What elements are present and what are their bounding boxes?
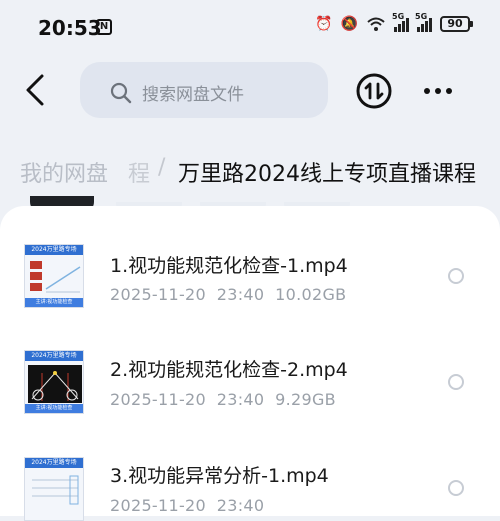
thumbnail-title: 2024万里路专场: [25, 245, 83, 255]
dot-icon: [435, 88, 441, 94]
file-meta: 2025-11-20 23:40 10.02GB: [110, 285, 346, 304]
alarm-icon: ⏰: [315, 16, 333, 32]
search-icon: [110, 82, 132, 104]
mute-icon: 🔕: [340, 16, 358, 32]
thumbnail-title: 2024万里路专场: [25, 351, 83, 361]
back-button[interactable]: [22, 72, 52, 108]
thumbnail-footer: 主讲:视功能检查: [25, 404, 83, 413]
sort-arrows-icon: [356, 73, 392, 109]
nfc-icon: N: [96, 19, 112, 35]
battery-icon: 90: [440, 16, 473, 32]
select-radio[interactable]: [448, 374, 464, 390]
file-row[interactable]: 2024万里路专场 3.视功能异常分析-1.mp4 2025-11-20 23:…: [0, 424, 500, 521]
video-thumbnail: 2024万里路专场 主讲:视功能检查: [24, 350, 84, 414]
file-time: 23:40: [216, 496, 265, 515]
file-row[interactable]: 2024万里路专场 主讲:视功能检查 1.视功能规范化检查-1.mp4 2025…: [0, 214, 500, 310]
breadcrumb-item-partial[interactable]: 程: [128, 156, 150, 188]
dot-icon: [446, 88, 452, 94]
cellular-signal-icon-2: 5G: [415, 12, 432, 32]
file-meta: 2025-11-20 23:40 9.29GB: [110, 390, 336, 409]
breadcrumb-item-current: 万里路2024线上专项直播课程: [178, 162, 476, 187]
file-time: 23:40: [216, 390, 265, 409]
cellular-signal-icon: 5G: [392, 12, 409, 32]
sort-button[interactable]: [356, 73, 392, 109]
file-name: 2.视功能规范化检查-2.mp4: [110, 359, 348, 381]
dot-icon: [424, 88, 430, 94]
file-meta: 2025-11-20 23:40: [110, 496, 264, 515]
file-row[interactable]: 2024万里路专场 主讲:视功能检查 2.视功能规范化检查-2.mp4 2025…: [0, 318, 500, 414]
thumbnail-image: [28, 365, 82, 403]
thumbnail-title: 2024万里路专场: [25, 458, 83, 468]
thumbnail-image: [32, 475, 79, 505]
breadcrumb-item-root[interactable]: 我的网盘: [20, 156, 108, 188]
breadcrumb: 程 我的网盘 / 万里路2024线上专项直播课程: [0, 150, 500, 190]
video-thumbnail: 2024万里路专场 主讲:视功能检查: [24, 244, 84, 308]
status-icons: ⏰ 🔕 5G 5G 90: [315, 12, 473, 32]
wifi-icon: [367, 17, 385, 31]
file-time: 23:40: [216, 285, 265, 304]
select-radio[interactable]: [448, 480, 464, 496]
video-thumbnail: 2024万里路专场: [24, 457, 84, 521]
file-date: 2025-11-20: [110, 285, 206, 304]
search-input[interactable]: 搜索网盘文件: [80, 62, 328, 118]
file-size: 9.29GB: [275, 390, 336, 409]
chevron-left-icon: [26, 74, 44, 106]
file-size: 10.02GB: [275, 285, 347, 304]
breadcrumb-separator: /: [158, 155, 166, 180]
status-bar: 20:53 N ⏰ 🔕 5G 5G 90: [0, 0, 500, 56]
file-date: 2025-11-20: [110, 496, 206, 515]
file-name: 1.视功能规范化检查-1.mp4: [110, 255, 348, 277]
status-time: 20:53: [38, 16, 102, 40]
file-date: 2025-11-20: [110, 390, 206, 409]
more-options-button[interactable]: [424, 88, 452, 94]
file-name: 3.视功能异常分析-1.mp4: [110, 465, 329, 487]
search-placeholder: 搜索网盘文件: [142, 85, 244, 105]
select-radio[interactable]: [448, 268, 464, 284]
thumbnail-image: [30, 261, 81, 293]
thumbnail-footer: 主讲:视功能检查: [25, 298, 83, 307]
